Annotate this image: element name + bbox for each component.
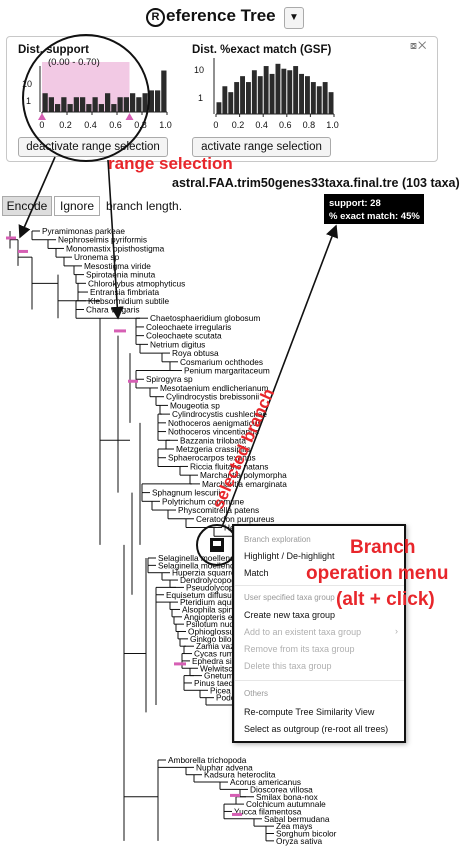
- branch-menu-annotation-line1: Branch: [350, 537, 416, 558]
- highlighted-branch[interactable]: [232, 812, 242, 816]
- leaf-label: Chara vulgaris: [86, 304, 140, 314]
- range-selection-circle: [22, 34, 150, 162]
- highlighted-branch[interactable]: [6, 236, 16, 240]
- branch-tooltip: support: 28 % exact match: 45%: [324, 194, 424, 224]
- highlighted-branch[interactable]: [114, 329, 126, 333]
- highlighted-branch[interactable]: [128, 379, 138, 383]
- tooltip-exact-match: % exact match: 45%: [329, 211, 420, 222]
- leaf-label: Penium margaritaceum: [184, 366, 270, 376]
- range-arrow-left: [18, 156, 56, 239]
- highlighted-branch[interactable]: [174, 662, 186, 666]
- highlighted-branch[interactable]: [230, 793, 240, 797]
- leaf-label: Oryza sativa: [276, 836, 322, 846]
- branch-menu-annotation-line3: (alt + click): [336, 589, 435, 610]
- highlighted-branch[interactable]: [18, 249, 28, 253]
- tooltip-support: support: 28: [329, 198, 381, 209]
- branch-menu-annotation-line2: operation menu: [306, 563, 449, 584]
- selected-branch-inner: [213, 541, 221, 546]
